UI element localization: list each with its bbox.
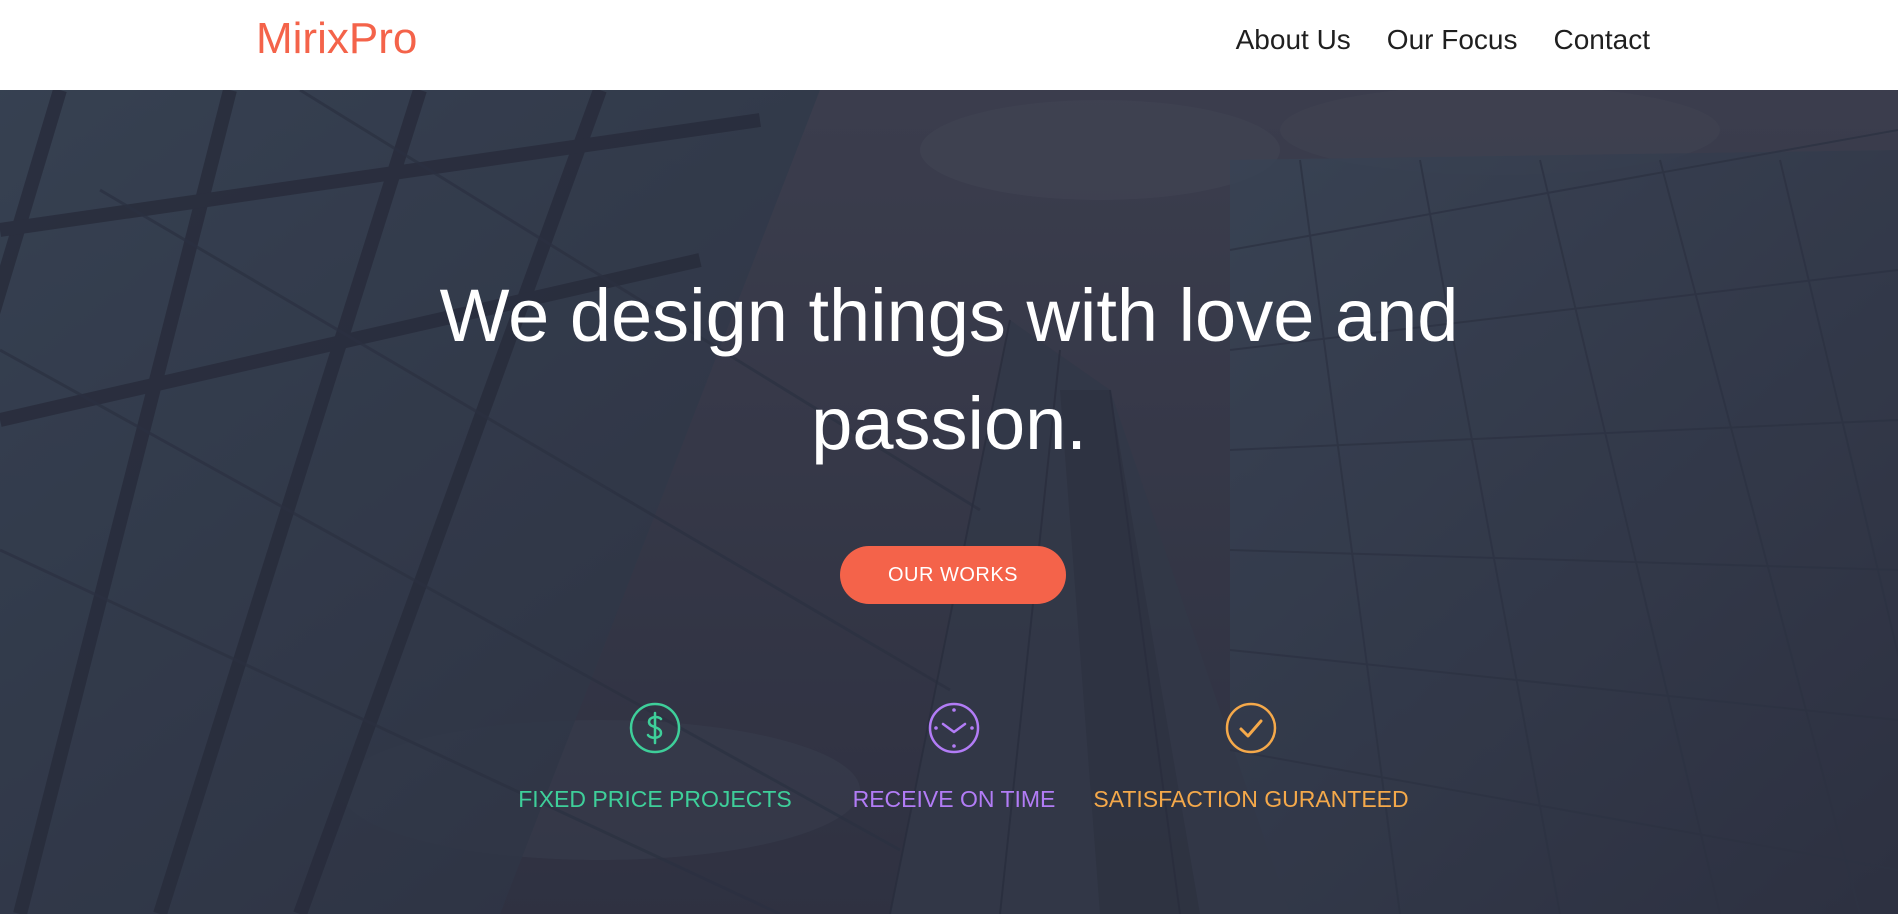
top-navbar: MirixPro About Us Our Focus Contact xyxy=(0,0,1898,90)
feature-receive-on-time: RECEIVE ON TIME xyxy=(834,702,1074,813)
landing-page: MirixPro About Us Our Focus Contact We d… xyxy=(0,0,1898,914)
feature-satisfaction: SATISFACTION GURANTEED xyxy=(1088,702,1414,813)
nav-link-contact[interactable]: Contact xyxy=(1554,24,1651,56)
feature-label: FIXED PRICE PROJECTS xyxy=(518,786,792,812)
dollar-circle-icon xyxy=(629,702,681,754)
main-nav: About Us Our Focus Contact xyxy=(1236,24,1650,56)
feature-label: RECEIVE ON TIME xyxy=(852,786,1056,812)
check-circle-icon xyxy=(1225,702,1277,754)
nav-link-our-focus[interactable]: Our Focus xyxy=(1387,24,1518,56)
brand-logo-link[interactable]: MirixPro xyxy=(256,14,417,64)
nav-link-about-us[interactable]: About Us xyxy=(1236,24,1351,56)
our-works-button[interactable]: OUR WORKS xyxy=(840,546,1066,604)
feature-label: SATISFACTION GURANTEED xyxy=(1093,786,1409,812)
feature-fixed-price: FIXED PRICE PROJECTS xyxy=(500,702,810,813)
hero-headline: We design things with love and passion. xyxy=(439,274,1459,465)
hero-section: We design things with love and passion. … xyxy=(0,90,1898,914)
clock-icon xyxy=(928,702,980,754)
